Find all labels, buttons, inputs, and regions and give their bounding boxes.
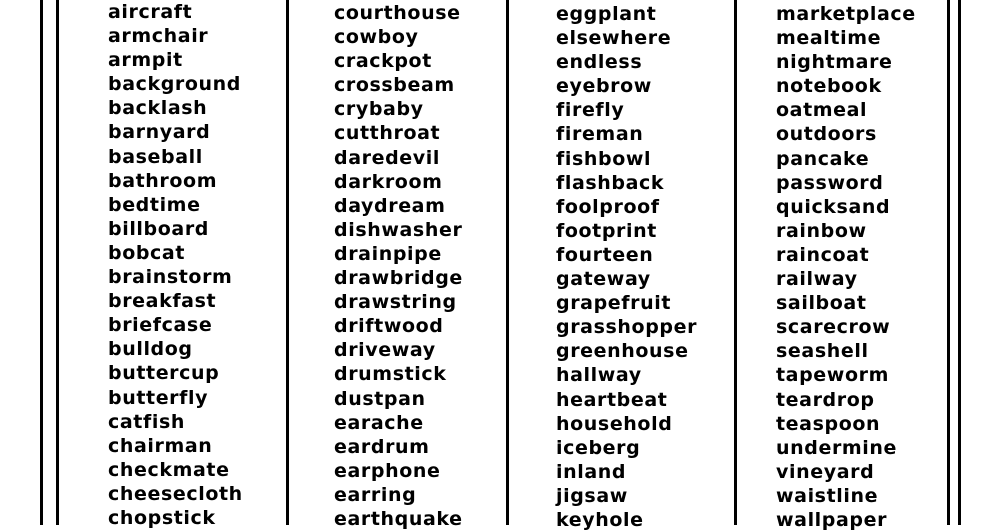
word-item: outdoors — [776, 123, 877, 146]
word-item: greenhouse — [556, 340, 689, 363]
word-item: crybaby — [334, 98, 424, 121]
word-item: drawstring — [334, 291, 457, 314]
word-item: backlash — [108, 97, 208, 120]
word-item: tapeworm — [776, 364, 889, 387]
word-item: notebook — [776, 75, 882, 98]
word-item: armpit — [108, 49, 183, 72]
word-item: earring — [334, 483, 417, 506]
word-item: vineyard — [776, 460, 875, 483]
word-item: drumstick — [334, 363, 447, 386]
word-column-1: aircraft armchair armpit background backlash… — [108, 0, 243, 530]
word-item: butterfly — [108, 386, 209, 409]
outer-border-left — [40, 0, 43, 525]
word-item: dustpan — [334, 387, 426, 410]
word-item: chairman — [108, 434, 213, 457]
word-item: teaspoon — [776, 412, 881, 435]
word-item: background — [108, 73, 241, 96]
word-item: inland — [556, 460, 627, 483]
word-item: bathroom — [108, 169, 218, 192]
word-item: scarecrow — [776, 316, 891, 339]
word-item: teardrop — [776, 388, 875, 411]
word-item: iceberg — [556, 436, 641, 459]
word-item: driftwood — [334, 315, 444, 338]
word-item: darkroom — [334, 170, 443, 193]
word-item: billboard — [108, 217, 209, 240]
word-item: waistline — [776, 484, 879, 507]
word-item: quicksand — [776, 195, 891, 218]
word-item: armchair — [108, 25, 209, 48]
word-item: bobcat — [108, 241, 186, 264]
word-item: breakfast — [108, 290, 217, 313]
word-item: eggplant — [556, 3, 657, 25]
word-item: household — [556, 412, 673, 435]
word-item: fireman — [556, 123, 644, 146]
word-item: oatmeal — [776, 99, 868, 122]
word-item: pancake — [776, 147, 870, 170]
word-item: cutthroat — [334, 122, 441, 145]
word-column-4: marketplace mealtime nightmare notebook oatm… — [776, 2, 916, 532]
word-item: rainbow — [776, 219, 867, 242]
word-item: crackpot — [334, 50, 432, 73]
word-item: seashell — [776, 340, 869, 363]
word-item: marketplace — [776, 3, 916, 25]
word-item: eardrum — [334, 435, 430, 458]
word-item: dishwasher — [334, 218, 463, 241]
word-item: elsewhere — [556, 27, 672, 50]
word-item: flashback — [556, 171, 665, 194]
word-item: cowboy — [334, 26, 419, 49]
word-item: jigsaw — [556, 484, 628, 507]
word-item: drawbridge — [334, 267, 463, 290]
word-item: gateway — [556, 268, 651, 291]
word-item: footprint — [556, 219, 657, 242]
word-item: undermine — [776, 436, 898, 459]
word-item: crossbeam — [334, 74, 455, 97]
word-item: grasshopper — [556, 316, 698, 339]
word-item: brainstorm — [108, 266, 233, 289]
word-item: earthquake — [334, 507, 463, 530]
word-item: bedtime — [108, 193, 201, 216]
word-item: briefcase — [108, 314, 213, 337]
word-item: eyebrow — [556, 75, 652, 98]
word-item: fishbowl — [556, 147, 652, 170]
word-item: raincoat — [776, 243, 870, 266]
word-item: buttercup — [108, 362, 220, 385]
word-item: firefly — [556, 99, 625, 122]
word-item: fourteen — [556, 243, 654, 266]
word-item: endless — [556, 51, 643, 74]
word-column-2: courthouse cowboy crackpot crossbeam crybaby… — [334, 1, 463, 531]
word-item: checkmate — [108, 458, 230, 481]
word-item: foolproof — [556, 195, 660, 218]
column-divider-2 — [506, 0, 509, 525]
inner-border-right — [947, 0, 950, 525]
word-item: aircraft — [108, 1, 193, 23]
word-item: heartbeat — [556, 388, 668, 411]
word-item: courthouse — [334, 2, 461, 24]
word-item: sailboat — [776, 292, 867, 315]
word-item: daredevil — [334, 146, 440, 169]
word-item: password — [776, 171, 884, 194]
word-item: nightmare — [776, 51, 893, 74]
word-item: hallway — [556, 364, 642, 387]
word-item: baseball — [108, 145, 203, 168]
word-item: daydream — [334, 194, 446, 217]
word-item: earache — [334, 411, 424, 434]
word-column-3: eggplant elsewhere endless eyebrow firefly fi… — [556, 2, 697, 532]
column-divider-1 — [286, 0, 289, 525]
word-item: catfish — [108, 410, 185, 433]
word-item: chopstick — [108, 506, 216, 529]
word-item: drainpipe — [334, 242, 442, 265]
word-item: barnyard — [108, 121, 211, 144]
word-item: railway — [776, 268, 858, 291]
word-item: wallpaper — [776, 508, 888, 531]
word-item: earphone — [334, 459, 441, 482]
column-divider-3 — [734, 0, 737, 525]
word-item: bulldog — [108, 338, 193, 361]
word-item: grapefruit — [556, 292, 672, 315]
word-item: keyhole — [556, 508, 644, 531]
word-item: driveway — [334, 339, 436, 362]
word-item: cheesecloth — [108, 482, 243, 505]
outer-border-right — [958, 0, 961, 525]
word-item: mealtime — [776, 27, 882, 50]
inner-border-left — [56, 0, 59, 525]
